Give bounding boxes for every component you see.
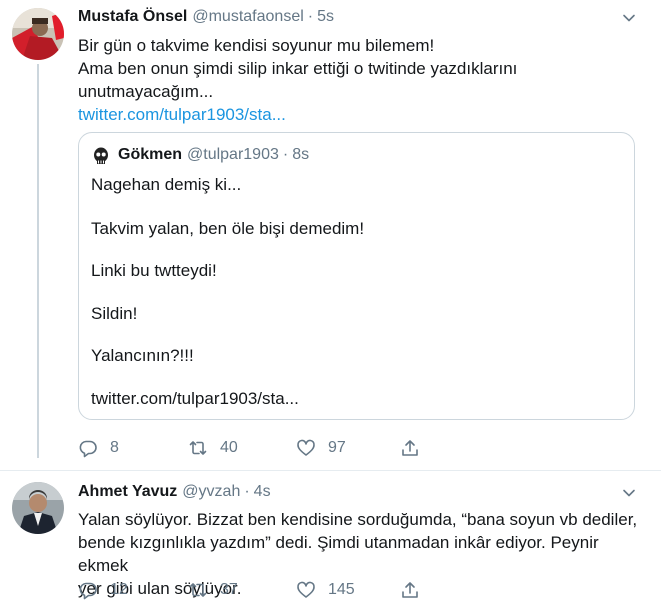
retweet-icon xyxy=(189,441,207,455)
tweet-ahmet[interactable]: Ahmet Yavuz @yvzah · 4s Yalan söylüyor. … xyxy=(0,471,661,612)
like-count: 97 xyxy=(328,439,346,456)
timestamp[interactable]: 4s xyxy=(254,483,271,501)
quote-text-line: twitter.com/tulpar1903/sta... xyxy=(91,389,299,408)
tweet-text-line: Ama ben onun şimdi silip inkar ettiği o … xyxy=(78,59,518,78)
avatar[interactable] xyxy=(12,8,64,60)
tweet-header: Mustafa Önsel @mustafaonsel · 5s xyxy=(78,8,334,30)
author-handle[interactable]: @yvzah xyxy=(182,483,240,501)
separator-dot: · xyxy=(244,483,250,500)
tweet-actions: 8 40 97 xyxy=(78,438,498,462)
quote-text-line: Takvim yalan, ben öle bişi demedim! xyxy=(91,219,365,238)
quote-text-line: Sildin! xyxy=(91,304,138,323)
author-handle[interactable]: @mustafaonsel xyxy=(192,8,303,26)
like-icon xyxy=(297,581,315,598)
quote-text-line: Nagehan demiş ki... xyxy=(91,175,242,194)
quote-author-name: Gökmen xyxy=(118,146,183,163)
avatar[interactable] xyxy=(12,482,64,534)
quote-text-line: Linki bu twtteydi! xyxy=(91,261,217,280)
share-button[interactable] xyxy=(400,580,420,600)
separator-dot: · xyxy=(282,146,289,163)
author-name[interactable]: Ahmet Yavuz xyxy=(78,483,177,501)
reply-button[interactable]: 12 xyxy=(78,580,128,600)
retweet-count: 40 xyxy=(220,439,238,456)
thread-line xyxy=(37,64,39,458)
quoted-tweet[interactable]: Gökmen @tulpar1903 · 8s Nagehan demiş ki… xyxy=(78,132,635,420)
tweet-text-line: Yalan söylüyor. Bizzat ben kendisine sor… xyxy=(78,510,638,529)
quote-text-line: Yalancının?!!! xyxy=(91,346,194,365)
quote-timestamp: 8s xyxy=(292,146,310,163)
separator-dot: · xyxy=(307,8,314,25)
tweet-link[interactable]: twitter.com/tulpar1903/sta... xyxy=(78,103,638,126)
tweet-header: Ahmet Yavuz @yvzah · 4s xyxy=(78,483,271,505)
retweet-icon xyxy=(189,583,207,597)
quote-avatar xyxy=(91,146,111,166)
chevron-down-icon[interactable] xyxy=(621,10,637,26)
like-button[interactable]: 97 xyxy=(296,438,346,458)
reply-count: 8 xyxy=(110,439,119,456)
tweet-actions: 12 37 145 xyxy=(78,580,498,604)
reply-button[interactable]: 8 xyxy=(78,438,119,458)
share-icon xyxy=(402,582,418,598)
retweet-count: 37 xyxy=(220,581,238,598)
reply-icon xyxy=(79,582,97,600)
retweet-button[interactable]: 40 xyxy=(188,438,238,458)
retweet-button[interactable]: 37 xyxy=(188,580,238,600)
like-count: 145 xyxy=(328,581,355,598)
chevron-down-icon[interactable] xyxy=(621,485,637,501)
tweet-text: Bir gün o takvime kendisi soyunur mu bil… xyxy=(78,34,638,126)
tweet-text-line: Bir gün o takvime kendisi soyunur mu bil… xyxy=(78,36,435,55)
tweet-text-line: unutmayacağım... xyxy=(78,82,214,101)
timestamp[interactable]: 5s xyxy=(317,8,334,26)
quote-author-handle: @tulpar1903 xyxy=(187,146,279,163)
quote-header: Gökmen @tulpar1903 · 8s xyxy=(118,146,309,164)
share-icon xyxy=(402,440,418,456)
share-button[interactable] xyxy=(400,438,420,458)
like-button[interactable]: 145 xyxy=(296,580,355,600)
tweet-mustafa[interactable]: Mustafa Önsel @mustafaonsel · 5s Bir gün… xyxy=(0,0,661,470)
reply-count: 12 xyxy=(110,581,128,598)
tweet-text-line: bende kızgınlıkla yazdım” dedi. Şimdi ut… xyxy=(78,533,599,575)
author-name[interactable]: Mustafa Önsel xyxy=(78,8,187,26)
reply-icon xyxy=(79,440,97,458)
like-icon xyxy=(297,439,315,456)
